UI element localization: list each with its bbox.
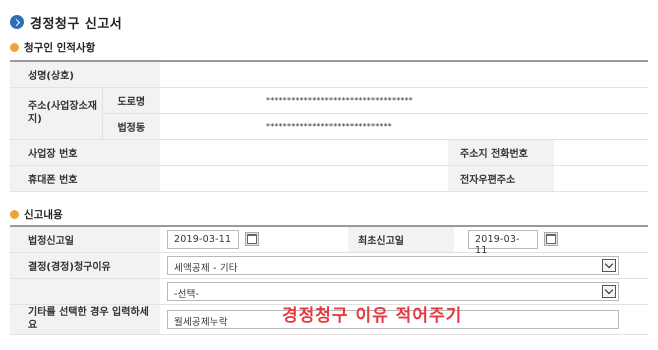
table-row: 사업장 번호 주소지 전화번호	[10, 139, 648, 166]
page-title-text: 경정청구 신고서	[30, 16, 123, 32]
first-date-input[interactable]: 2019-03-11	[468, 229, 538, 256]
claim-reason-label: 결정(경정)청구이유	[10, 252, 160, 279]
page-title: 경정청구 신고서	[10, 13, 123, 32]
chevron-right-circle-icon	[10, 15, 24, 29]
claim-reason-sub-select[interactable]: -선택-	[167, 281, 619, 301]
chevron-down-icon	[602, 284, 616, 298]
table-row: 법정동 ******************************	[10, 113, 648, 140]
mobile-value	[160, 165, 448, 192]
calendar-icon[interactable]	[245, 232, 259, 247]
business-number-label: 사업장 번호	[10, 139, 160, 166]
empty-label	[10, 278, 160, 305]
first-date-label: 최초신고일	[348, 225, 454, 253]
section-title: 신고내용	[24, 208, 63, 221]
phone-value	[554, 139, 648, 166]
claim-reason-sub-selected: -선택-	[174, 288, 200, 300]
name-label: 성명(상호)	[10, 60, 102, 88]
table-row: 성명(상호)	[10, 60, 648, 88]
legal-date-cell: 2019-03-11	[160, 225, 348, 253]
business-number-value	[160, 139, 448, 166]
other-reason-label: 기타를 선택한 경우 입력하세요	[10, 304, 160, 335]
lot-address-label: 법정동	[101, 113, 160, 140]
table-row: 결정(경정)청구이유 세액공제 - 기타	[10, 252, 648, 279]
chevron-down-icon	[602, 258, 616, 272]
section-header-applicant: 청구인 인적사항	[10, 40, 95, 54]
bullet-dot-icon	[10, 209, 19, 219]
mobile-label: 휴대폰 번호	[10, 165, 160, 192]
claim-reason-select[interactable]: 세액공제 - 기타	[167, 255, 619, 275]
email-value	[554, 165, 648, 192]
applicant-info-table: 성명(상호) 주소(사업장소재지) 도로명 ******************…	[10, 60, 648, 192]
phone-label: 주소지 전화번호	[448, 139, 554, 166]
section-title: 청구인 인적사항	[24, 41, 96, 54]
claim-reason-cell: 세액공제 - 기타	[160, 252, 648, 279]
table-row: 휴대폰 번호 전자우편주소	[10, 165, 648, 192]
claim-reason-selected: 세액공제 - 기타	[174, 262, 238, 274]
email-label: 전자우편주소	[448, 165, 554, 192]
annotation-text: 경정청구 이유 적어주기	[282, 306, 463, 326]
legal-date-label: 법정신고일	[10, 225, 160, 253]
bullet-dot-icon	[10, 42, 19, 52]
name-value	[160, 60, 648, 88]
road-address-value: ***********************************	[160, 87, 648, 114]
table-row: 주소(사업장소재지) 도로명 *************************…	[10, 87, 648, 140]
first-date-cell: 2019-03-11	[454, 225, 648, 256]
section-header-report: 신고내용	[10, 207, 63, 221]
legal-date-input[interactable]: 2019-03-11	[167, 229, 239, 249]
lot-address-value: ******************************	[160, 113, 648, 140]
road-name-label: 도로명	[101, 87, 160, 114]
calendar-icon[interactable]	[544, 232, 558, 247]
table-row: 법정신고일 2019-03-11 최초신고일 2019-03-11	[10, 225, 648, 256]
address-label: 주소(사업장소재지)	[10, 87, 102, 140]
